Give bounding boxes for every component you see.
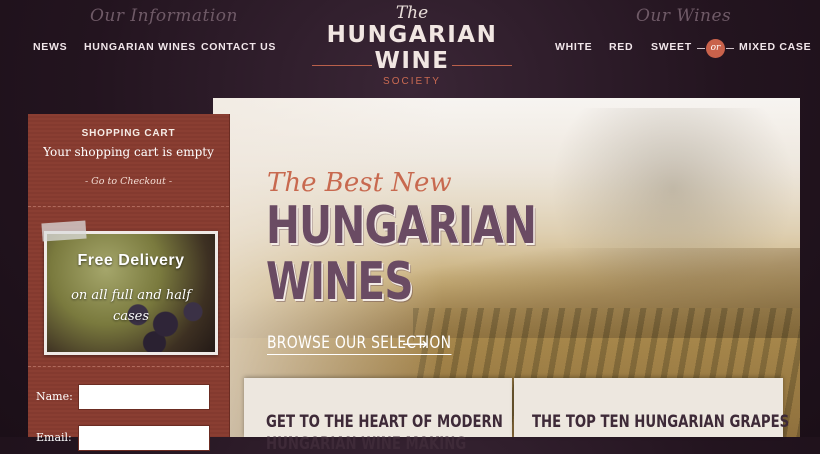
or-divider-left [697, 48, 705, 49]
tape-decoration [41, 220, 87, 242]
email-field[interactable] [78, 425, 210, 451]
promo-subtitle: on all full and half cases [71, 288, 191, 324]
logo-rule-left [312, 65, 372, 66]
hero-title-line2: WINES [266, 252, 414, 312]
top-navigation: Our Information Our Wines NEWS HUNGARIAN… [0, 0, 820, 96]
sidebar: SHOPPING CART Your shopping cart is empt… [28, 114, 230, 451]
free-delivery-promo[interactable]: Free Delivery on all full and half cases [44, 231, 218, 355]
promo-title: Free Delivery [77, 252, 185, 269]
form-divider [28, 366, 229, 367]
our-information-heading: Our Information [90, 6, 238, 26]
site-logo[interactable]: The HUNGARIAN WINE SOCIETY [298, 3, 526, 87]
hero-script-heading: The Best New [267, 168, 452, 198]
feature-heart-title[interactable]: GET TO THE HEART OF MODERN [266, 412, 503, 432]
feature-heart-title-line2[interactable]: HUNGARIAN WINE MAKING [266, 434, 466, 454]
email-label: Email: [36, 431, 72, 444]
feature-panel-grapes[interactable]: THE TOP TEN HUNGARIAN GRAPES [514, 378, 789, 437]
or-badge: or [706, 39, 725, 58]
nav-white[interactable]: WHITE [555, 41, 592, 53]
checkout-link[interactable]: - Go to Checkout - [28, 176, 229, 187]
our-wines-heading: Our Wines [636, 6, 732, 26]
shopping-cart: SHOPPING CART Your shopping cart is empt… [28, 114, 229, 207]
feature-grapes-title[interactable]: THE TOP TEN HUNGARIAN GRAPES [532, 412, 789, 432]
logo-rule-right [452, 65, 512, 66]
or-divider-right [726, 48, 734, 49]
hero-title: HUNGARIAN WINES [266, 196, 537, 312]
nav-news[interactable]: NEWS [33, 41, 67, 53]
name-field[interactable] [78, 384, 210, 410]
nav-contact-us[interactable]: CONTACT US [201, 41, 276, 53]
cart-status: Your shopping cart is empty [43, 145, 214, 159]
name-label: Name: [36, 390, 73, 403]
hero-title-line1: HUNGARIAN [266, 196, 537, 256]
logo-the: The [395, 3, 429, 23]
arrow-right-icon[interactable]: ⟶ [402, 334, 428, 355]
logo-title: HUNGARIAN WINE [326, 22, 498, 74]
cart-title: SHOPPING CART [81, 128, 176, 139]
nav-red[interactable]: RED [609, 41, 633, 53]
logo-society: SOCIETY [383, 76, 441, 87]
nav-sweet[interactable]: SWEET [651, 41, 692, 53]
feature-panel-heart[interactable]: GET TO THE HEART OF MODERN HUNGARIAN WIN… [244, 378, 512, 454]
nav-mixed-case[interactable]: MIXED CASE [739, 41, 811, 53]
nav-hungarian-wines[interactable]: HUNGARIAN WINES [84, 41, 196, 53]
